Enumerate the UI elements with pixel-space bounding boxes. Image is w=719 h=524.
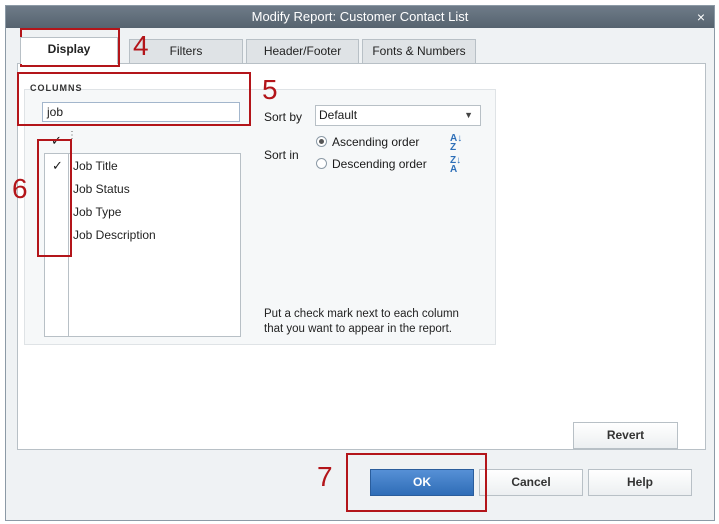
title-bar: Modify Report: Customer Contact List × [6, 6, 714, 28]
cancel-button[interactable]: Cancel [479, 469, 583, 496]
annotation-number-7: 7 [317, 461, 333, 492]
descending-order-label: Descending order [332, 157, 427, 171]
sort-in-label: Sort in [264, 148, 299, 162]
ascending-order-label: Ascending order [332, 135, 420, 149]
annotation-number-6: 6 [12, 173, 28, 204]
help-text-line-1: Put a check mark next to each column [264, 308, 459, 320]
highlight-check-column [37, 139, 72, 257]
columns-list: ✓ Job Title Job Status Job Type Job Desc… [44, 153, 241, 337]
annotation-number-5: 5 [262, 74, 278, 105]
sort-by-label: Sort by [264, 110, 303, 124]
chevron-down-icon: ▼ [464, 110, 473, 120]
tab-display[interactable]: Display [20, 37, 118, 64]
revert-button[interactable]: Revert [573, 422, 678, 449]
tab-filters-label: Filters [169, 44, 203, 58]
sort-by-select[interactable]: Default ▼ [315, 105, 481, 126]
list-item-job-description[interactable]: Job Description [73, 228, 156, 242]
highlight-columns-search [17, 72, 251, 126]
close-icon[interactable]: × [697, 6, 705, 28]
annotation-number-4: 4 [133, 30, 149, 61]
list-item-job-type[interactable]: Job Type [73, 205, 121, 219]
sort-descending-icon[interactable]: Z↓ A [450, 156, 461, 175]
sort-ascending-icon[interactable]: A↓ Z [450, 134, 462, 153]
tab-display-label: Display [47, 42, 91, 56]
tab-header-footer[interactable]: Header/Footer [246, 39, 359, 63]
ascending-order-radio[interactable]: Ascending order [316, 135, 419, 149]
columns-help-text: Put a check mark next to each column tha… [264, 307, 459, 337]
list-item-job-title[interactable]: Job Title [73, 159, 118, 173]
sort-by-value: Default [319, 108, 358, 122]
radio-selected-icon [316, 136, 327, 147]
highlight-ok-button [346, 453, 487, 512]
descending-order-radio[interactable]: Descending order [316, 157, 427, 171]
tab-fonts-numbers[interactable]: Fonts & Numbers [362, 39, 476, 63]
window-title: Modify Report: Customer Contact List [251, 9, 469, 24]
help-button[interactable]: Help [588, 469, 692, 496]
tab-header-footer-label: Header/Footer [263, 44, 342, 58]
list-item-job-status[interactable]: Job Status [73, 182, 130, 196]
radio-unselected-icon [316, 158, 327, 169]
tab-fonts-numbers-label: Fonts & Numbers [372, 44, 466, 58]
help-text-line-2: that you want to appear in the report. [264, 323, 452, 335]
